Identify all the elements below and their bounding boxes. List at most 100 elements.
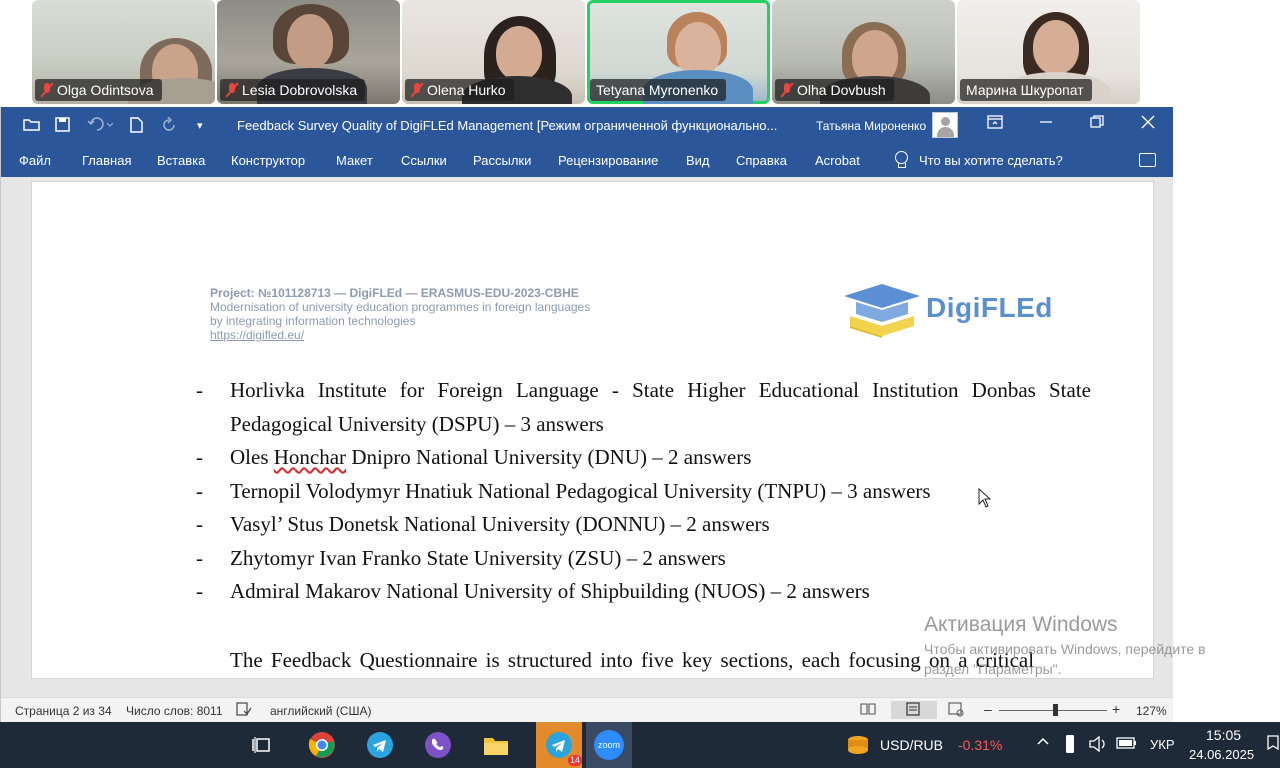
taskbar: 14 zoom USD/RUB -0.31% УКР 15:05 24.06.2… bbox=[0, 722, 1280, 768]
participant-name-pill: Lesia Dobrovolska bbox=[220, 79, 366, 101]
mic-muted-icon bbox=[226, 83, 238, 97]
participant-name-pill: Olha Dovbush bbox=[775, 79, 894, 101]
chrome-icon[interactable] bbox=[304, 728, 340, 762]
task-view-icon[interactable] bbox=[244, 728, 280, 762]
zoom-slider-thumb[interactable] bbox=[1053, 704, 1058, 716]
tell-me-label: Что вы хотите сделать? bbox=[919, 152, 1063, 168]
tab-design[interactable]: Конструктор bbox=[231, 153, 305, 168]
participant-strip: Olga Odintsova Lesia Dobrovolska Olena H… bbox=[0, 0, 1280, 107]
list-item-text: Dnipro National University (DNU) – 2 ans… bbox=[346, 445, 752, 469]
telegram-badge: 14 bbox=[567, 755, 582, 766]
telegram-active-icon[interactable]: 14 bbox=[536, 722, 582, 768]
undo-icon[interactable] bbox=[87, 117, 114, 135]
tab-view[interactable]: Вид bbox=[686, 153, 710, 168]
tray-overflow-icon[interactable] bbox=[1036, 735, 1050, 752]
header-line-2: by integrating information technologies bbox=[210, 314, 416, 328]
list-item: - Admiral Makarov National University of… bbox=[196, 575, 1091, 609]
list-item: - Oles Honchar Dnipro National Universit… bbox=[196, 441, 1091, 475]
header-link[interactable]: https://digifled.eu/ bbox=[210, 328, 730, 342]
read-mode-icon[interactable] bbox=[859, 701, 881, 719]
save-icon[interactable] bbox=[55, 117, 70, 136]
list-item-line: Horlivka Institute for Foreign Language … bbox=[230, 378, 1091, 402]
participant-tile-2[interactable]: Lesia Dobrovolska bbox=[217, 0, 400, 104]
currency-widget-icon[interactable] bbox=[840, 728, 876, 762]
tab-references[interactable]: Ссылки bbox=[401, 153, 447, 168]
mic-muted-icon bbox=[41, 83, 53, 97]
tab-mailings[interactable]: Рассылки bbox=[473, 153, 531, 168]
list-item: - Horlivka Institute for Foreign Languag… bbox=[196, 374, 1091, 441]
tab-home[interactable]: Главная bbox=[82, 153, 131, 168]
battery-icon[interactable] bbox=[1116, 736, 1138, 753]
zoom-level[interactable]: 127% bbox=[1136, 704, 1167, 718]
file-explorer-icon[interactable] bbox=[478, 728, 514, 762]
close-icon[interactable] bbox=[1137, 115, 1159, 135]
participant-face bbox=[496, 26, 542, 80]
participant-tile-3[interactable]: Olena Hurko bbox=[402, 0, 585, 104]
zoom-app-label: zoom bbox=[594, 730, 624, 760]
tab-layout[interactable]: Макет bbox=[336, 153, 373, 168]
participant-tile-1[interactable]: Olga Odintsova bbox=[32, 0, 215, 104]
spelling-error-word[interactable]: Honchar bbox=[274, 445, 346, 469]
user-avatar-icon[interactable] bbox=[932, 112, 958, 138]
activation-line-2: Чтобы активировать Windows, перейдите в bbox=[924, 641, 1206, 657]
new-document-icon[interactable] bbox=[130, 117, 143, 137]
participant-name-pill: Olena Hurko bbox=[405, 79, 514, 101]
word-count[interactable]: Число слов: 8011 bbox=[126, 704, 223, 718]
phone-icon[interactable] bbox=[1064, 734, 1076, 757]
participant-name: Olga Odintsova bbox=[57, 82, 154, 98]
participant-name: Olena Hurko bbox=[427, 82, 506, 98]
ribbon-display-options-icon[interactable] bbox=[984, 115, 1006, 135]
customize-toolbar-icon[interactable]: ▾ bbox=[197, 119, 203, 132]
telegram-icon[interactable] bbox=[362, 728, 398, 762]
participant-tile-6[interactable]: Марина Шкуропат bbox=[957, 0, 1140, 104]
document-page[interactable]: Project: №101128713 — DigiFLEd — ERASMUS… bbox=[31, 181, 1154, 679]
list-dash: - bbox=[196, 445, 203, 469]
ribbon-tabs: Файл Главная Вставка Конструктор Макет С… bbox=[1, 145, 1173, 177]
participant-tile-4[interactable]: Tetyana Myronenko bbox=[587, 0, 770, 104]
language-indicator[interactable]: английский (США) bbox=[270, 704, 371, 718]
clock-time[interactable]: 15:05 bbox=[1206, 727, 1241, 743]
document-title: Feedback Survey Quality of DigiFLEd Mana… bbox=[237, 118, 778, 133]
title-bar: ▾ Feedback Survey Quality of DigiFLEd Ma… bbox=[1, 107, 1173, 145]
participant-tile-5[interactable]: Olha Dovbush bbox=[772, 0, 955, 104]
minimize-icon[interactable] bbox=[1035, 115, 1057, 135]
tab-review[interactable]: Рецензирование bbox=[558, 153, 658, 168]
activation-line-3: раздел "Параметры". bbox=[924, 661, 1062, 677]
volume-icon[interactable] bbox=[1088, 735, 1108, 756]
keyboard-language[interactable]: УКР bbox=[1150, 737, 1175, 752]
zoom-in-button[interactable]: + bbox=[1112, 701, 1120, 717]
digifled-logo: DigiFLEd bbox=[840, 280, 1060, 340]
participant-face bbox=[1033, 20, 1079, 74]
page-count[interactable]: Страница 2 из 34 bbox=[15, 704, 112, 718]
viber-icon[interactable] bbox=[420, 728, 456, 762]
user-name[interactable]: Татьяна Мироненко bbox=[816, 119, 926, 133]
redo-icon[interactable] bbox=[161, 116, 177, 137]
mic-muted-icon bbox=[781, 83, 793, 97]
header-project: Project: №101128713 — DigiFLEd — ERASMUS… bbox=[210, 286, 579, 300]
participant-name: Марина Шкуропат bbox=[966, 82, 1084, 98]
restore-icon[interactable] bbox=[1086, 115, 1108, 135]
currency-ticker[interactable]: USD/RUB bbox=[880, 737, 943, 753]
list-dash: - bbox=[196, 378, 203, 402]
tab-insert[interactable]: Вставка bbox=[157, 153, 205, 168]
logo-text: DigiFLEd bbox=[926, 292, 1053, 323]
comments-icon[interactable] bbox=[1139, 153, 1156, 167]
proofing-icon[interactable] bbox=[236, 702, 252, 719]
tab-file[interactable]: Файл bbox=[19, 153, 51, 168]
list-dash: - bbox=[196, 545, 203, 570]
zoom-app-icon[interactable]: zoom bbox=[586, 722, 632, 768]
zoom-out-button[interactable]: – bbox=[984, 701, 992, 717]
tell-me-search[interactable]: Что вы хотите сделать? bbox=[894, 151, 1063, 169]
open-folder-icon[interactable] bbox=[23, 117, 41, 135]
list-item: - Vasyl’ Stus Donetsk National Universit… bbox=[196, 508, 1091, 542]
windows-activation-watermark: Активация Windows Чтобы активировать Win… bbox=[924, 612, 1206, 678]
print-layout-icon[interactable] bbox=[891, 701, 937, 719]
tab-acrobat[interactable]: Acrobat bbox=[815, 153, 860, 168]
mouse-pointer-icon bbox=[978, 488, 992, 508]
header-line-1: Modernisation of university education pr… bbox=[210, 300, 591, 314]
web-layout-icon[interactable] bbox=[947, 701, 969, 719]
list-item-line: Pedagogical University (DSPU) – 3 answer… bbox=[230, 411, 604, 436]
tab-help[interactable]: Справка bbox=[736, 153, 787, 168]
notifications-icon[interactable] bbox=[1266, 734, 1280, 757]
clock-date[interactable]: 24.06.2025 bbox=[1189, 747, 1254, 762]
